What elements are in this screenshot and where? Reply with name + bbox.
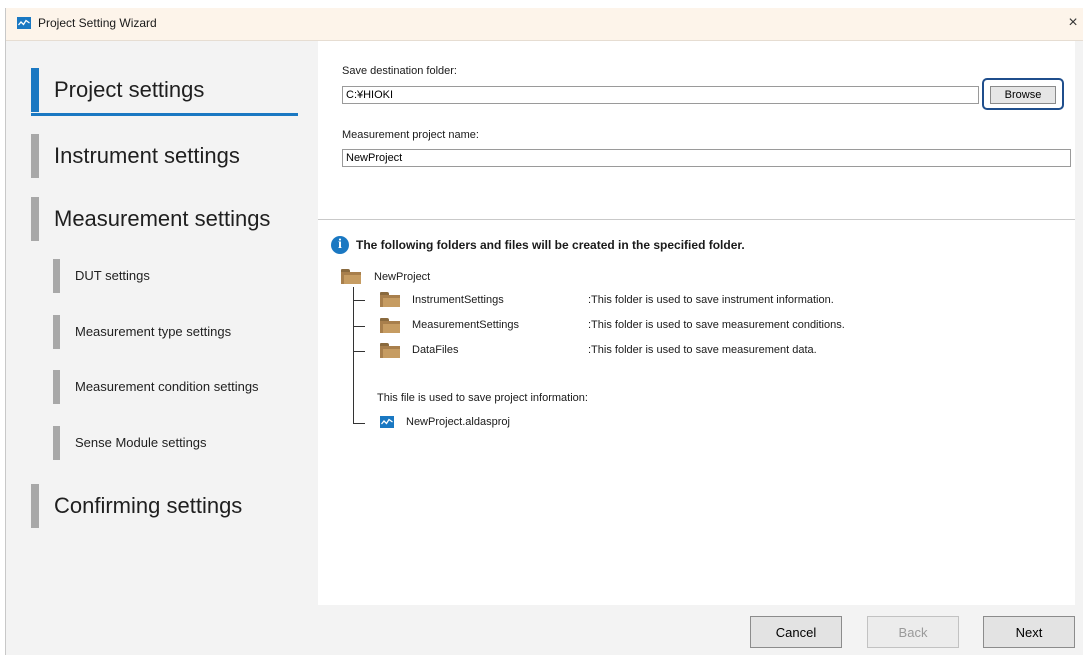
folder-icon <box>341 269 361 284</box>
nav-indicator <box>53 315 60 349</box>
cancel-button[interactable]: Cancel <box>750 616 842 648</box>
nav-indicator <box>53 259 60 293</box>
nav-item-confirming-settings[interactable]: Confirming settings <box>31 484 301 528</box>
nav-indicator <box>31 134 39 178</box>
folder-name: InstrumentSettings <box>412 294 504 306</box>
folder-description: :This folder is used to save instrument … <box>588 294 834 306</box>
nav-indicator <box>31 68 39 112</box>
tree-root-label: NewProject <box>374 271 431 283</box>
tree-connector <box>353 300 365 301</box>
nav-label: Instrument settings <box>54 143 240 168</box>
title-bar: Project Setting Wizard × <box>6 8 1083 41</box>
wizard-footer: Cancel Back Next <box>318 605 1083 655</box>
project-file-icon <box>380 416 394 428</box>
nav-label: Measurement condition settings <box>75 379 259 394</box>
nav-item-instrument-settings[interactable]: Instrument settings <box>31 134 301 178</box>
back-button[interactable]: Back <box>867 616 959 648</box>
tree-connector <box>353 423 365 424</box>
section-divider <box>318 219 1075 220</box>
folder-name: DataFiles <box>412 344 459 356</box>
tree-connector <box>353 351 365 352</box>
nav-label: Project settings <box>54 77 205 102</box>
nav-indicator <box>31 484 39 528</box>
project-name-label: Measurement project name: <box>342 129 479 141</box>
wizard-sidebar: Project settings Instrument settings Mea… <box>6 41 318 655</box>
folder-icon <box>380 292 400 307</box>
folder-icon <box>380 343 400 358</box>
folder-description: :This folder is used to save measurement… <box>588 344 817 356</box>
nav-label: Confirming settings <box>54 493 243 518</box>
folder-name: MeasurementSettings <box>412 319 519 331</box>
close-icon[interactable]: × <box>1062 12 1083 34</box>
nav-indicator <box>31 197 39 241</box>
save-folder-label: Save destination folder: <box>342 65 457 77</box>
nav-item-sense-module-settings[interactable]: Sense Module settings <box>53 426 303 460</box>
tree-connector <box>353 287 354 423</box>
nav-item-measurement-condition-settings[interactable]: Measurement condition settings <box>53 370 303 404</box>
wizard-window: Project Setting Wizard × Project setting… <box>5 8 1083 655</box>
nav-label: Sense Module settings <box>75 435 207 450</box>
window-title: Project Setting Wizard <box>38 16 157 30</box>
nav-item-project-settings[interactable]: Project settings <box>31 68 301 116</box>
wizard-content: Save destination folder: Browse Measurem… <box>318 41 1075 605</box>
next-button[interactable]: Next <box>983 616 1075 648</box>
nav-item-dut-settings[interactable]: DUT settings <box>53 259 303 293</box>
info-message: The following folders and files will be … <box>356 238 745 252</box>
app-logo-icon <box>17 17 31 29</box>
info-icon: i <box>331 236 349 254</box>
project-name-input[interactable] <box>342 149 1071 167</box>
nav-label: Measurement type settings <box>75 324 232 339</box>
file-caption: This file is used to save project inform… <box>377 392 588 404</box>
project-file-name: NewProject.aldasproj <box>406 416 510 428</box>
active-underline <box>31 113 298 116</box>
save-folder-input[interactable] <box>342 86 979 104</box>
nav-item-measurement-type-settings[interactable]: Measurement type settings <box>53 315 303 349</box>
tree-connector <box>353 326 365 327</box>
nav-label: Measurement settings <box>54 206 271 231</box>
browse-button[interactable]: Browse <box>990 86 1056 104</box>
browse-highlight: Browse <box>982 78 1064 110</box>
folder-description: :This folder is used to save measurement… <box>588 319 845 331</box>
nav-indicator <box>53 426 60 460</box>
nav-label: DUT settings <box>75 268 150 283</box>
folder-icon <box>380 318 400 333</box>
nav-item-measurement-settings[interactable]: Measurement settings <box>31 197 301 241</box>
nav-indicator <box>53 370 60 404</box>
